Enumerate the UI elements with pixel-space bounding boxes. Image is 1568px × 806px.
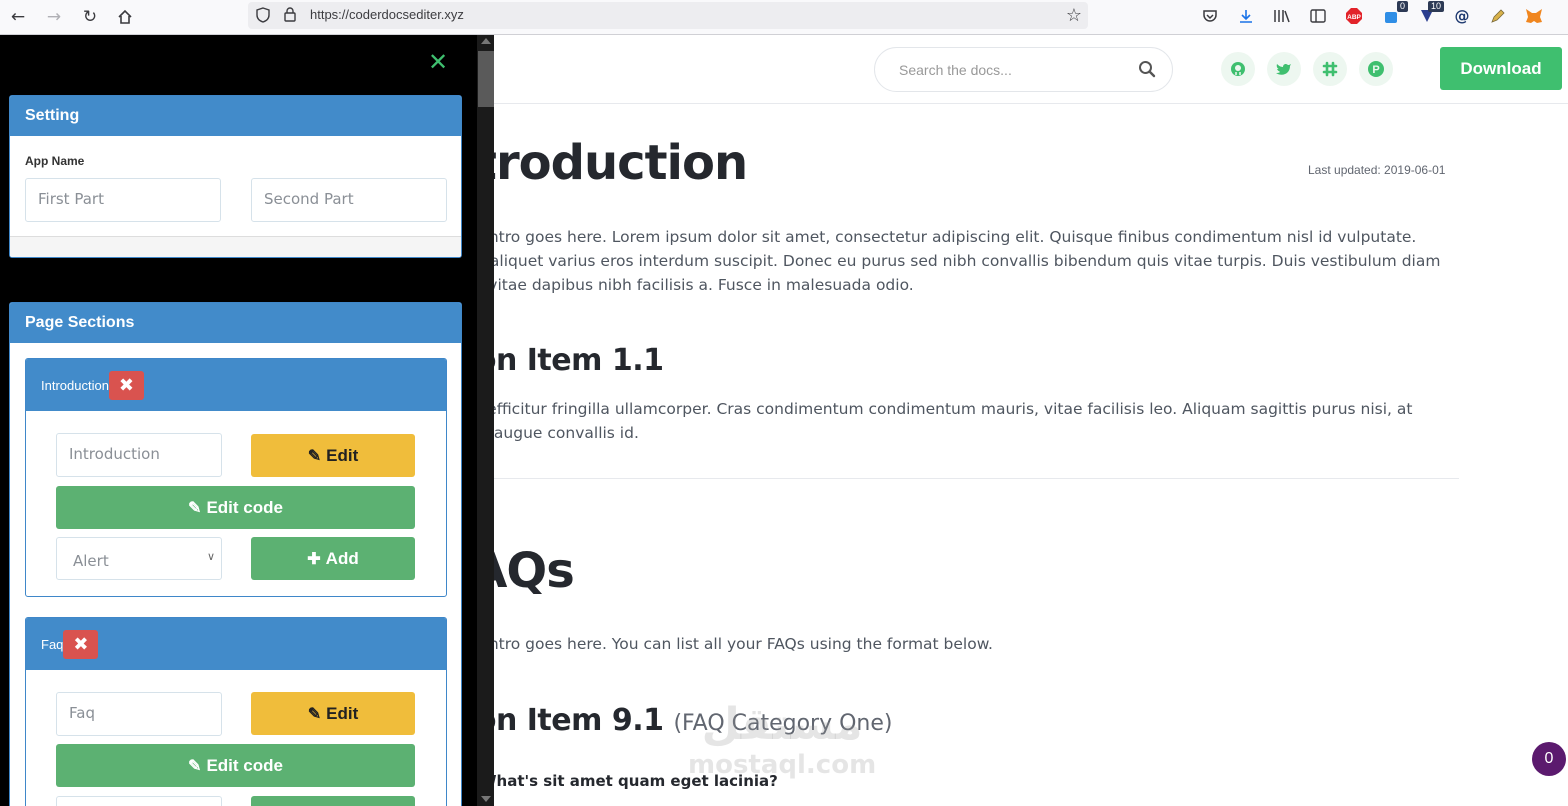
- library-icon[interactable]: [1271, 5, 1293, 27]
- notification-counter[interactable]: 0: [1532, 742, 1566, 776]
- pencil-icon: ✎: [188, 499, 202, 517]
- watermark-url: mostaql.com: [688, 750, 877, 780]
- setting-title: Setting: [10, 96, 461, 136]
- search-icon[interactable]: [1138, 60, 1156, 82]
- edit-button[interactable]: ✎ Edit: [251, 434, 415, 477]
- app-name-label: App Name: [25, 154, 85, 168]
- section-header: Introduction ✖: [26, 359, 446, 411]
- edit-label: Edit: [326, 445, 359, 465]
- bookmark-star-icon[interactable]: ☆: [1066, 5, 1082, 26]
- watermark-arabic: مستقل: [701, 699, 863, 750]
- second-part-input[interactable]: Second Part: [251, 178, 447, 222]
- sidebar-icon[interactable]: [1307, 5, 1329, 27]
- section-header: Faq ✖: [26, 618, 446, 670]
- section-item-introduction: Introduction ✖ Introduction ✎ Edit ✎ Edi…: [25, 358, 447, 597]
- twitter-icon[interactable]: [1267, 52, 1301, 86]
- plus-icon: ✚: [307, 550, 321, 568]
- at-icon[interactable]: @: [1451, 5, 1473, 27]
- add-button[interactable]: [251, 796, 415, 806]
- home-icon[interactable]: [112, 4, 138, 30]
- browser-toolbar: ← → ↻ https://coderdocsediter.xyz ☆ ABP …: [0, 0, 1568, 35]
- item-1-1-paragraph-line: Vivamus efficitur fringilla ullamcorper.…: [494, 400, 1413, 418]
- back-icon[interactable]: ←: [5, 4, 31, 30]
- panel-scrollbar[interactable]: [477, 35, 494, 806]
- delete-section-button[interactable]: ✖: [63, 629, 99, 659]
- pen-icon[interactable]: [1487, 5, 1509, 27]
- edit-code-label: Edit code: [206, 755, 283, 775]
- watermark: مستقل mostaql.com: [688, 699, 877, 781]
- scroll-up-icon[interactable]: [481, 38, 491, 44]
- page-sections-card: Page Sections Introduction ✖ Introductio…: [9, 302, 462, 806]
- first-part-input[interactable]: First Part: [25, 178, 221, 222]
- add-label: Add: [325, 548, 359, 568]
- section-name: Faq: [41, 636, 64, 652]
- intro-paragraph-line: lorem, vitae dapibus nibh facilisis a. F…: [494, 276, 914, 294]
- slack-icon[interactable]: [1313, 52, 1347, 86]
- address-bar[interactable]: https://coderdocsediter.xyz ☆: [248, 2, 1088, 29]
- intro-paragraph-line: Section intro goes here. Lorem ipsum dol…: [494, 228, 1417, 246]
- docs-header: Search the docs... P Download: [494, 35, 1568, 104]
- section-name: Introduction: [41, 377, 109, 393]
- page-sections-title: Page Sections: [10, 303, 461, 343]
- add-button[interactable]: ✚ Add: [251, 537, 415, 580]
- adblock-icon[interactable]: ABP: [1343, 5, 1365, 27]
- chevron-down-icon: ∨: [206, 550, 215, 563]
- docs-page: Search the docs... P Download Introducti…: [494, 35, 1568, 806]
- editor-panel: ✕ Setting App Name First Part Second Par…: [0, 35, 494, 806]
- edit-code-button[interactable]: ✎ Edit code: [56, 486, 415, 529]
- lock-icon[interactable]: [284, 7, 296, 26]
- download-button[interactable]: Download: [1440, 47, 1562, 90]
- github-icon[interactable]: [1221, 52, 1255, 86]
- edit-code-button[interactable]: ✎ Edit code: [56, 744, 415, 787]
- component-select[interactable]: [56, 796, 222, 806]
- section-name-input[interactable]: Introduction: [56, 433, 222, 477]
- forward-icon[interactable]: →: [41, 4, 67, 30]
- url-text[interactable]: https://coderdocsediter.xyz: [310, 7, 464, 22]
- divider: [494, 478, 1459, 479]
- item-1-1-paragraph-line: commodo augue convallis id.: [494, 424, 639, 442]
- edit-code-label: Edit code: [206, 497, 283, 517]
- panel-scrollbar-thumb[interactable]: [478, 51, 494, 107]
- svg-text:ABP: ABP: [1347, 14, 1361, 21]
- close-icon[interactable]: ✕: [428, 50, 448, 74]
- edit-button[interactable]: ✎ Edit: [251, 692, 415, 735]
- setting-footer: [10, 236, 461, 257]
- pencil-icon: ✎: [188, 757, 202, 775]
- setting-card: Setting App Name First Part Second Part: [9, 95, 462, 258]
- faqs-heading: FAQs: [494, 543, 575, 599]
- delete-section-button[interactable]: ✖: [108, 370, 144, 400]
- metamask-icon[interactable]: [1523, 5, 1545, 27]
- pencil-icon: ✎: [307, 447, 322, 465]
- pocket-icon[interactable]: [1199, 5, 1221, 27]
- scroll-down-icon[interactable]: [481, 796, 491, 802]
- reload-icon[interactable]: ↻: [77, 4, 103, 30]
- section-item-9-1-title: Section Item 9.1: [494, 703, 664, 738]
- last-updated: Last updated: 2019-06-01: [1308, 163, 1446, 177]
- product-hunt-icon[interactable]: P: [1359, 52, 1393, 86]
- component-select[interactable]: Alert ∨: [56, 537, 222, 580]
- svg-text:P: P: [1372, 64, 1379, 76]
- pencil-icon: ✎: [307, 705, 322, 723]
- select-value: Alert: [73, 552, 109, 570]
- download-icon[interactable]: [1235, 5, 1257, 27]
- arrow-down-extension-icon[interactable]: 10: [1416, 1, 1444, 27]
- intro-paragraph-line: Praesent aliquet varius eros interdum su…: [494, 252, 1441, 270]
- docs-search-input[interactable]: Search the docs...: [874, 47, 1173, 92]
- extension-icon[interactable]: 0: [1380, 1, 1408, 27]
- shield-icon[interactable]: [256, 7, 270, 27]
- faqs-intro: Section intro goes here. You can list al…: [494, 635, 993, 653]
- edit-label: Edit: [326, 703, 359, 723]
- section-name-input[interactable]: Faq: [56, 692, 222, 736]
- section-item-1-1-heading: Section Item 1.1: [494, 343, 664, 378]
- search-placeholder: Search the docs...: [899, 62, 1012, 78]
- section-item-faq: Faq ✖ Faq ✎ Edit ✎ Edit code: [25, 617, 447, 806]
- introduction-heading: Introduction: [494, 135, 748, 191]
